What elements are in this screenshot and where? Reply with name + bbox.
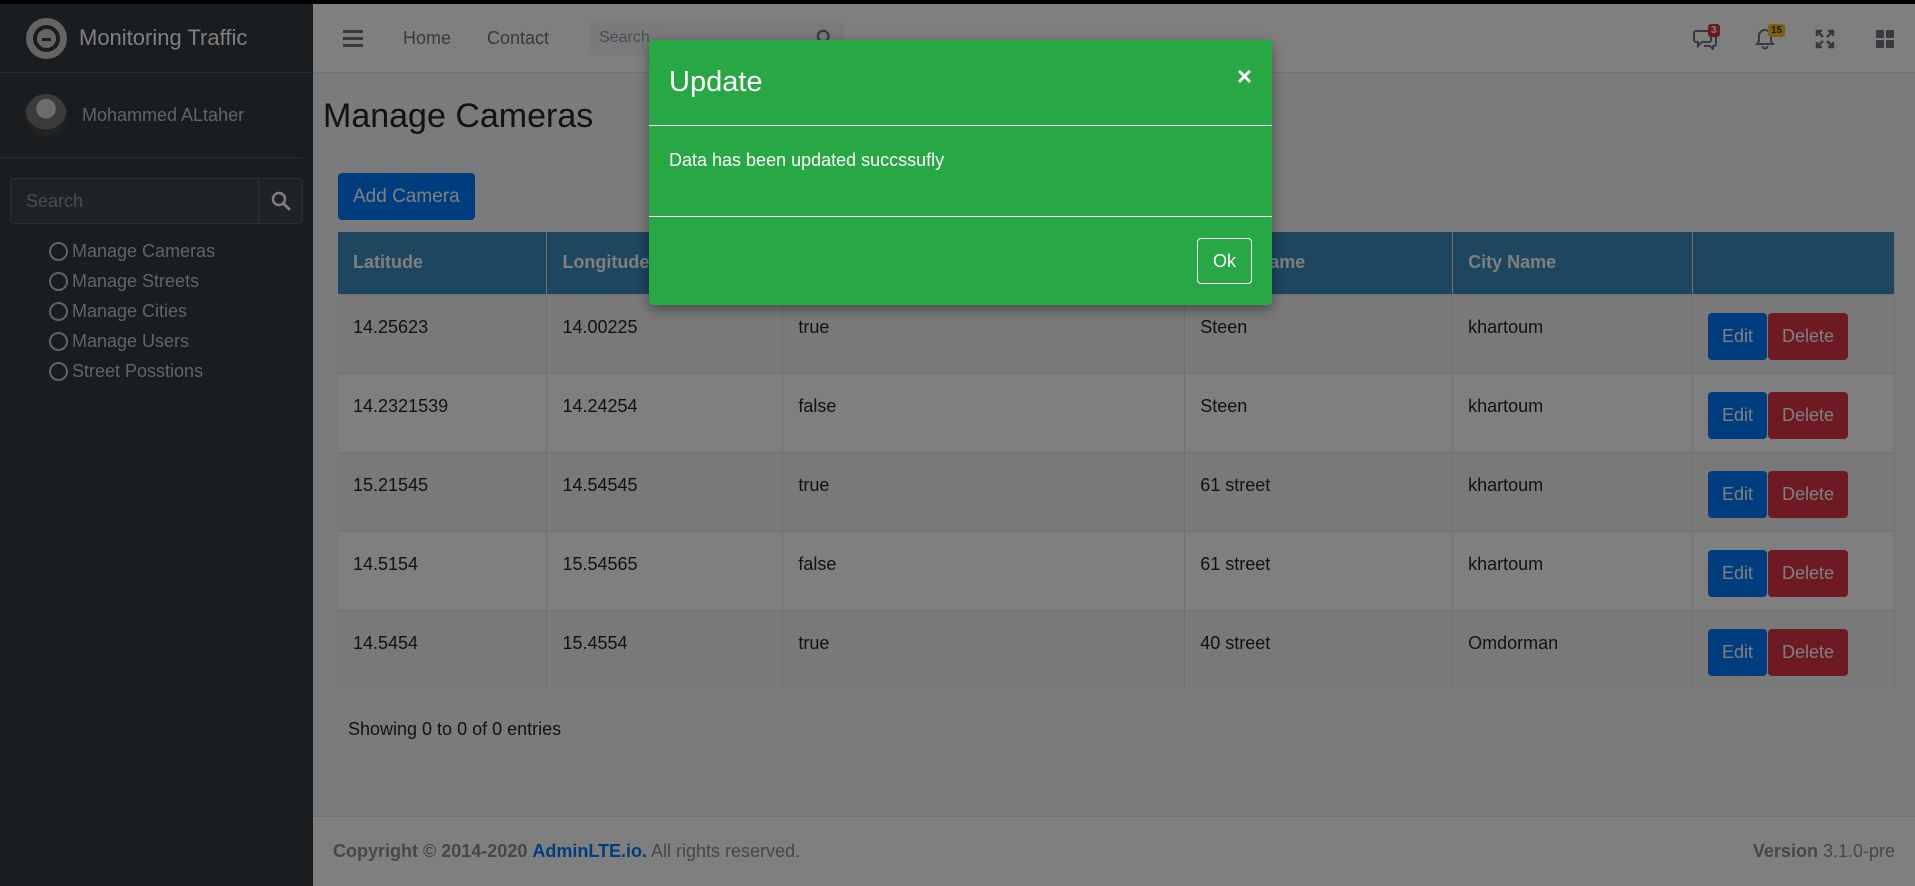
modal-body: Data has been updated succssufly xyxy=(649,126,1272,217)
modal-footer: Ok xyxy=(649,217,1272,305)
modal-header: Update × xyxy=(649,40,1272,126)
modal-title: Update xyxy=(669,66,763,98)
modal-message: Data has been updated succssufly xyxy=(669,150,945,170)
ok-button[interactable]: Ok xyxy=(1197,238,1252,284)
close-icon[interactable]: × xyxy=(1237,61,1252,92)
update-modal: Update × Data has been updated succssufl… xyxy=(649,40,1272,305)
